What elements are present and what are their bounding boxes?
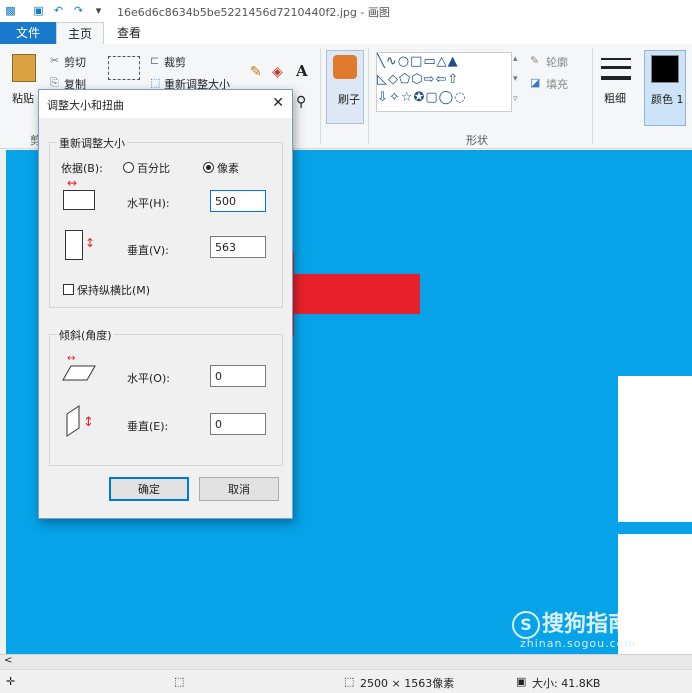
dialog-title-bar[interactable]: 调整大小和扭曲 ✕ [39,90,292,118]
svg-text:↔: ↔ [67,353,75,364]
scissors-icon: ✂ [50,54,60,67]
vertical-label: 垂直(V): [127,244,169,257]
skew-horizontal-icon: ↔ [62,353,96,381]
undo-icon[interactable]: ↶ [52,4,65,17]
file-size: 大小: 41.8KB [532,677,601,690]
fill-icon: ◪ [530,76,541,89]
brush-label: 刷子 [338,93,360,106]
vertical-input[interactable]: 563 [210,236,266,258]
color1-label: 颜色 1 [651,93,684,106]
shapes-gallery[interactable]: ╲∿○□▭△▲ ◺◇⬠⬡⇨⇦⇧ ⇩✧☆✪▢◯◌ [376,52,512,112]
vertical-resize-icon [65,230,83,260]
skew-vertical-input[interactable]: 0 [210,413,266,435]
fill-bucket-icon[interactable]: ◈ [272,64,283,80]
outline-button[interactable]: 轮廓 [546,54,568,70]
by-label: 依据(B): [61,162,103,175]
crop-icon: ⊏ [150,54,160,67]
window-title: 16e6d6c8634b5be5221456d7210440f2.jpg - 画… [117,6,390,19]
horizontal-scrollbar[interactable]: < [0,654,692,669]
pixels-radio[interactable] [203,162,214,173]
ribbon-tabs: 文件 主页 查看 [0,22,692,45]
skew-horizontal-input[interactable]: 0 [210,365,266,387]
selection-size-icon: ⬚ [174,675,185,688]
watermark-brand: S 搜狗指南 [512,606,630,639]
fill-button[interactable]: 填充 [546,76,568,92]
shapes-scroll-up-icon[interactable]: ▴ [513,54,518,64]
windows-logo-pane-top [618,376,692,522]
tab-file[interactable]: 文件 [0,22,56,44]
horizontal-arrow-icon: ↔ [67,176,78,190]
redo-icon[interactable]: ↷ [72,4,85,17]
percent-radio[interactable] [123,162,134,173]
outline-icon: ✎ [530,54,540,67]
ok-button[interactable]: 确定 [109,477,189,501]
watermark-url: zhinan.sogou.com [520,637,637,650]
paste-icon[interactable] [12,54,36,82]
tab-view[interactable]: 查看 [104,22,154,44]
scroll-left-icon[interactable]: < [4,655,12,666]
status-bar: ✛ ⬚ ⬚ 2500 × 1563像素 ▣ 大小: 41.8KB [0,669,692,693]
cancel-button[interactable]: 取消 [199,477,279,501]
horizontal-input[interactable]: 500 [210,190,266,212]
crop-button[interactable]: 裁剪 [164,54,186,70]
skew-vertical-label: 垂直(E): [127,420,169,433]
cut-button[interactable]: 剪切 [64,54,86,70]
paint-app-icon: ▩ [5,4,16,17]
pencil-icon[interactable]: ✎ [250,64,262,80]
tab-home[interactable]: 主页 [56,22,104,45]
magnifier-icon[interactable]: ⚲ [296,94,306,110]
resize-icon: ⬚ [150,76,161,89]
horizontal-resize-icon [63,190,95,210]
svg-text:↕: ↕ [83,415,94,430]
paste-label[interactable]: 粘贴 [12,90,34,106]
resize-skew-dialog: 调整大小和扭曲 ✕ 重新调整大小 依据(B): 百分比 像素 ↔ 水平(H): … [38,89,293,519]
color1-button[interactable]: 颜色 1 [644,50,686,126]
brush-icon [333,55,357,79]
skew-group-label: 倾斜(角度) [57,327,114,343]
shapes-group-label: 形状 [466,134,488,147]
vertical-arrow-icon: ↕ [85,236,96,250]
size-label: 粗细 [604,92,626,105]
keep-ratio-checkbox[interactable] [63,284,74,295]
image-dimensions: 2500 × 1563像素 [360,677,455,690]
save-icon[interactable]: ▣ [32,4,45,17]
shapes-scroll-down-icon[interactable]: ▾ [513,74,518,84]
sogou-logo-icon: S [512,611,540,639]
title-bar: ▩ ▣ ↶ ↷ ▾ 16e6d6c8634b5be5221456d7210440… [0,0,692,22]
dialog-title: 调整大小和扭曲 [47,99,124,112]
skew-horizontal-label: 水平(O): [127,372,170,385]
customize-qat-icon[interactable]: ▾ [92,4,105,17]
keep-ratio-label[interactable]: 保持纵横比(M) [77,282,150,298]
file-size-icon: ▣ [516,675,527,688]
horizontal-label: 水平(H): [127,197,170,210]
skew-vertical-icon: ↕ [66,405,94,437]
close-icon[interactable]: ✕ [272,95,284,111]
pixels-option-label[interactable]: 像素 [217,160,239,176]
percent-option-label[interactable]: 百分比 [137,160,170,176]
color1-swatch [651,55,679,83]
resize-group-label: 重新调整大小 [57,135,127,151]
select-icon[interactable] [108,56,140,80]
text-tool-icon[interactable]: A [296,62,308,80]
cursor-position-icon: ✛ [6,675,16,688]
brush-button[interactable]: 刷子 [326,50,364,124]
shapes-expand-icon[interactable]: ▿ [513,94,518,104]
copy-icon: ⎘ [50,76,59,89]
size-button[interactable]: 粗细 [598,52,634,124]
image-dimensions-icon: ⬚ [344,675,355,688]
